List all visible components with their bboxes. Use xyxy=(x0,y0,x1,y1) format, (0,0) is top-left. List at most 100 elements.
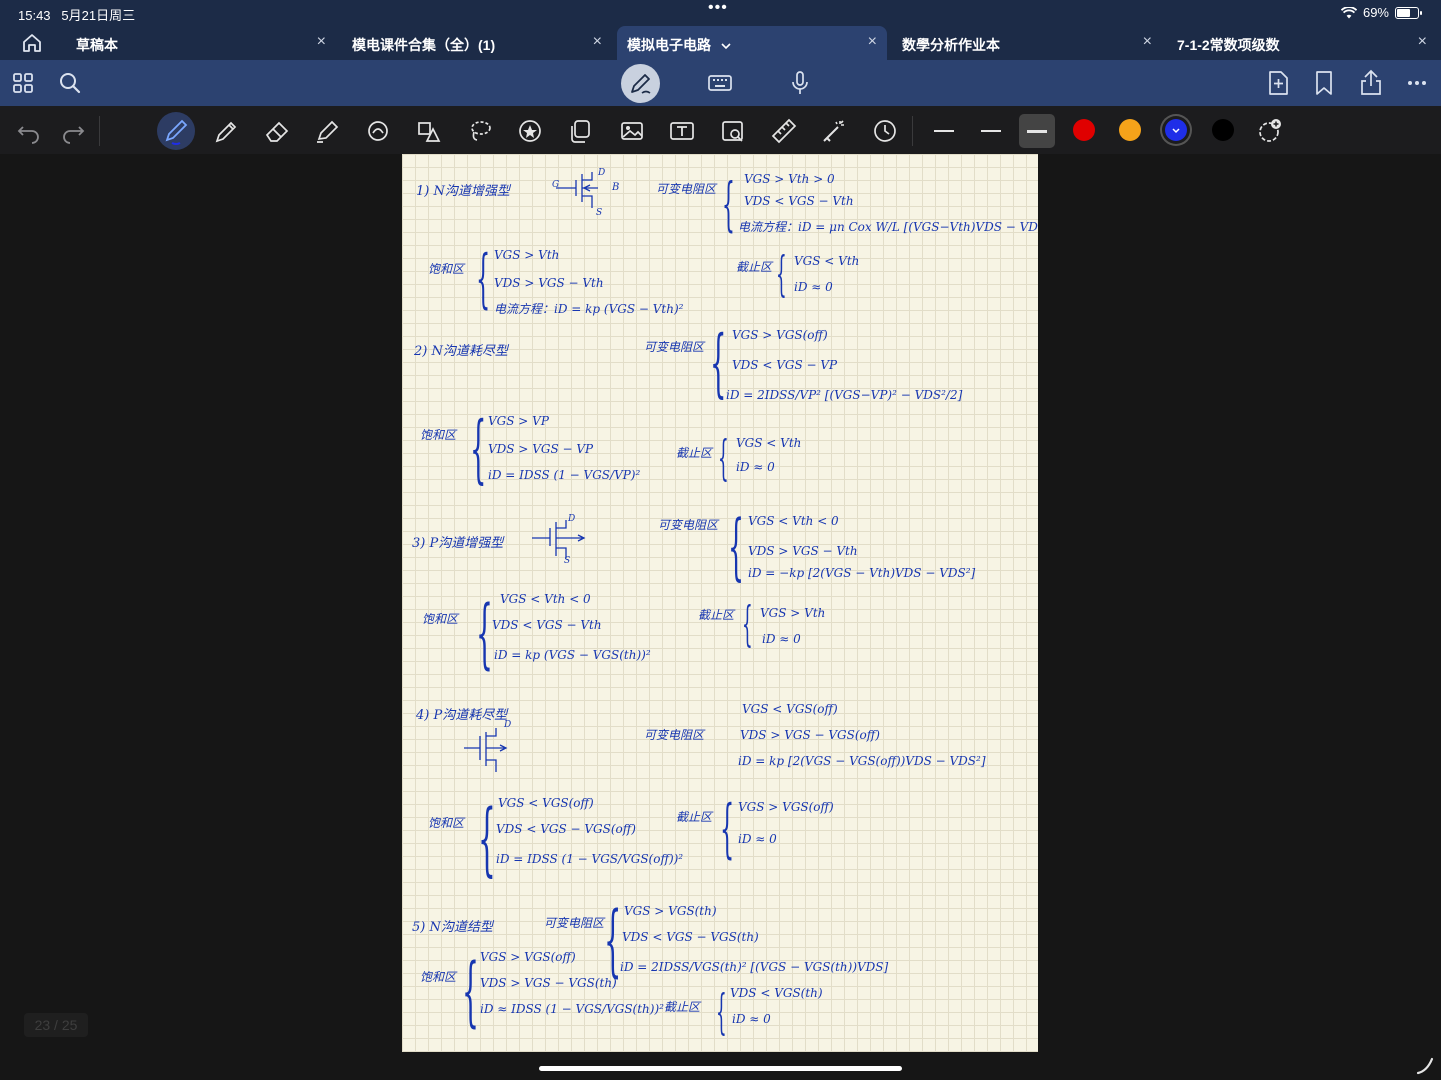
tab-label: 模拟电子电路 xyxy=(627,35,731,55)
status-right: 69% xyxy=(1340,5,1422,20)
symbol-label: D xyxy=(504,720,512,730)
tab-bar: 草稿本 × 模电课件合集（全）(1) × 模拟电子电路 × 数學分析作业本 × 7-1… xyxy=(0,26,1441,60)
color-swatch-blue[interactable] xyxy=(1165,119,1187,141)
history-icon[interactable] xyxy=(869,115,901,147)
search-icon[interactable] xyxy=(54,67,86,99)
tab-draft[interactable]: 草稿本 × xyxy=(66,26,336,60)
highlighter-icon[interactable] xyxy=(311,115,343,147)
brace: { xyxy=(476,242,491,316)
brace: { xyxy=(722,170,735,238)
pen-tool[interactable] xyxy=(157,112,195,150)
home-indicator[interactable] xyxy=(539,1066,902,1071)
brace: { xyxy=(604,896,622,986)
share-icon[interactable] xyxy=(1355,67,1387,99)
add-page-icon[interactable] xyxy=(1262,67,1294,99)
tab-courseware[interactable]: 模电课件合集（全）(1) × xyxy=(342,26,612,60)
more-icon[interactable] xyxy=(1401,67,1433,99)
undo-icon[interactable] xyxy=(12,115,44,147)
brace: { xyxy=(476,588,493,677)
ruler-icon[interactable] xyxy=(768,115,800,147)
pen-mode-button[interactable] xyxy=(621,64,660,103)
equation: iD = 2IDSS/VP² [(VGS−VP)² − VDS²/2] xyxy=(726,388,963,402)
condition: VGS < Vth < 0 xyxy=(748,514,839,528)
brace: { xyxy=(462,946,479,1035)
tab-close-button[interactable]: × xyxy=(1143,33,1152,51)
add-color-icon[interactable] xyxy=(1254,115,1286,147)
grid-icon[interactable] xyxy=(8,67,40,99)
symbol-label: S xyxy=(596,208,603,218)
condition: VDS < VGS − Vth xyxy=(744,194,854,208)
page-indicator: 23 / 25 xyxy=(24,1013,88,1037)
tab-label-text: 模拟电子电路 xyxy=(627,37,711,53)
shapes-icon[interactable] xyxy=(413,115,445,147)
tab-close-button[interactable]: × xyxy=(593,33,602,51)
stroke-thin-button[interactable] xyxy=(926,114,962,148)
quick-note-icon[interactable] xyxy=(1415,1055,1435,1075)
condition: iD ≈ 0 xyxy=(738,832,777,846)
laser-pointer-icon[interactable] xyxy=(818,115,850,147)
camera-scan-icon[interactable] xyxy=(717,115,749,147)
sticker-icon[interactable] xyxy=(514,115,546,147)
equation: iD = IDSS (1 − VGS/VP)² xyxy=(488,468,641,482)
tab-label: 数學分析作业本 xyxy=(902,37,1000,53)
tab-series[interactable]: 7-1-2常数项级数 × xyxy=(1167,26,1437,60)
tab-analog-circuits[interactable]: 模拟电子电路 × xyxy=(617,26,887,60)
keyboard-icon[interactable] xyxy=(704,67,736,99)
region-label: 截止区 xyxy=(676,446,713,460)
tab-close-button[interactable]: × xyxy=(317,33,326,51)
elements-icon[interactable] xyxy=(565,115,597,147)
mosfet-symbol xyxy=(532,520,586,558)
condition: VDS < VGS − VGS(th) xyxy=(622,930,759,944)
text-tool-icon[interactable] xyxy=(666,115,698,147)
multitask-dots[interactable]: ••• xyxy=(708,0,728,17)
condition: VGS > Vth xyxy=(494,248,560,262)
pen-edit-icon xyxy=(631,74,651,94)
lasso-icon[interactable] xyxy=(464,115,496,147)
condition: VGS < VGS(off) xyxy=(742,702,838,716)
condition: VDS < VGS − VP xyxy=(732,358,838,372)
tab-label: 7-1-2常数项级数 xyxy=(1177,37,1280,53)
section-title: 2) N沟道耗尽型 xyxy=(414,344,508,359)
pencil-icon[interactable] xyxy=(210,115,242,147)
tab-close-button[interactable]: × xyxy=(868,33,877,51)
home-icon[interactable] xyxy=(12,32,52,54)
toolbar-divider xyxy=(99,116,100,146)
brace: { xyxy=(718,430,729,486)
status-bar: 15:43 5月21日周三 ••• 69% xyxy=(0,0,1441,26)
tab-close-button[interactable]: × xyxy=(1418,33,1427,51)
mosfet-symbol xyxy=(556,172,598,208)
condition: iD ≈ 0 xyxy=(736,460,775,474)
brace: { xyxy=(742,596,753,652)
shape-tool-icon[interactable] xyxy=(362,115,394,147)
region-label: 截止区 xyxy=(698,608,735,622)
brace: { xyxy=(478,792,496,885)
color-swatch-orange[interactable] xyxy=(1119,119,1141,141)
condition: iD ≈ 0 xyxy=(794,280,833,294)
color-swatch-red[interactable] xyxy=(1073,119,1095,141)
brace: { xyxy=(710,320,727,406)
region-label: 饱和区 xyxy=(420,970,457,984)
region-label: 截止区 xyxy=(736,260,773,274)
stroke-medium-button[interactable] xyxy=(973,114,1009,148)
condition: VDS > VGS − VGS(th) xyxy=(480,976,617,990)
condition: VGS < Vth xyxy=(736,436,802,450)
equation: iD = 2IDSS/VGS(th)² [(VGS − VGS(th))VDS] xyxy=(620,960,889,974)
color-swatch-black[interactable] xyxy=(1212,119,1234,141)
note-page[interactable]: 1) N沟道增强型 D G B S 可变电阻区 { VGS > Vth > 0 … xyxy=(402,154,1038,1052)
battery-icon xyxy=(1395,6,1422,19)
drawing-toolbar xyxy=(0,106,1441,154)
chevron-down-icon[interactable] xyxy=(721,42,731,50)
time-text: 15:43 xyxy=(18,8,51,23)
condition: VGS > VGS(off) xyxy=(738,800,834,814)
region-label: 可变电阻区 xyxy=(656,182,717,196)
condition: VGS < VGS(off) xyxy=(498,796,594,810)
eraser-icon[interactable] xyxy=(261,115,293,147)
tab-math-analysis[interactable]: 数學分析作业本 × xyxy=(892,26,1162,60)
region-label: 饱和区 xyxy=(428,816,465,830)
microphone-icon[interactable] xyxy=(784,67,816,99)
stroke-thick-button[interactable] xyxy=(1019,114,1055,148)
equation: iD = IDSS (1 − VGS/VGS(off))² xyxy=(496,852,684,866)
redo-icon[interactable] xyxy=(58,115,90,147)
bookmark-icon[interactable] xyxy=(1308,67,1340,99)
image-icon[interactable] xyxy=(616,115,648,147)
